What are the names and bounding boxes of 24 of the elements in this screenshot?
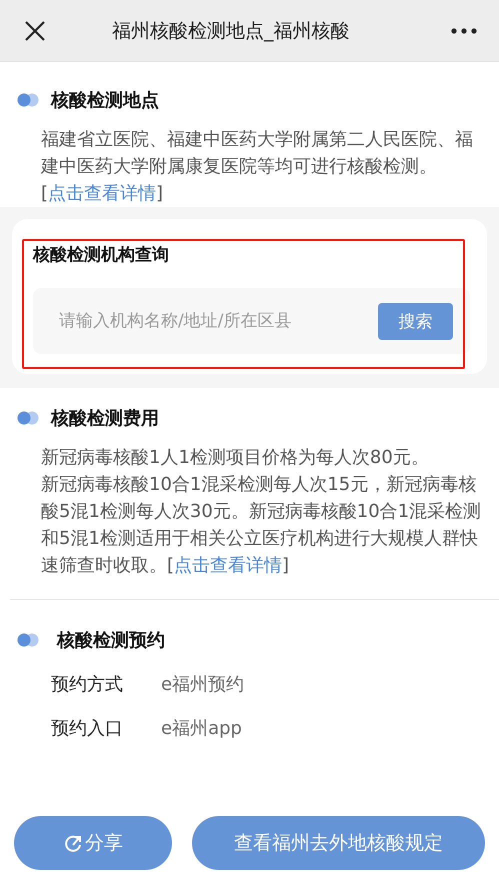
section-heading: 核酸检测费用: [51, 407, 159, 430]
detail-link[interactable]: 点击查看详情: [174, 555, 282, 576]
detail-link[interactable]: 点击查看详情: [48, 183, 156, 204]
share-icon: [63, 833, 83, 853]
search-field[interactable]: 请输入机构名称/地址/所在区县 搜索: [33, 288, 470, 354]
section-heading: 核酸检测预约: [57, 629, 165, 652]
share-button[interactable]: 分享: [14, 816, 172, 870]
paragraph: 新冠病毒核酸1人1检测项目价格为每人次80元。: [41, 446, 430, 470]
section-heading: 核酸检测地点: [51, 89, 159, 112]
card-title: 核酸检测机构查询: [33, 244, 170, 266]
search-button[interactable]: 搜索: [378, 302, 453, 340]
more-icon[interactable]: [451, 28, 477, 34]
bullet-icon: [17, 411, 39, 425]
window-title: 福州核酸检测地点_福州核酸: [112, 18, 350, 44]
field-value: e福州预约: [161, 673, 244, 696]
paragraph: 福建省立医院、福建中医药大学附属第二人民医院、福建中医药大学附属康复医院等均可进行核酸检测。[点击查看详情]: [41, 128, 474, 206]
bullet-icon: [17, 93, 39, 107]
field-label: 预约方式: [51, 673, 124, 696]
bullet-icon: [17, 633, 39, 647]
rules-button[interactable]: 查看福州去外地核酸规定: [192, 816, 485, 870]
paragraph: 新冠病毒核酸10合1混采检测每人次15元，新冠病毒核酸5混1检测每人次30元。新冠病毒核酸10合1混采检测和5混1检测适用于相关公立医疗机构进行大规模人群快速筛查时收取。[点击查看详情]: [41, 473, 482, 578]
field-label: 预约入口: [51, 717, 124, 740]
close-icon[interactable]: [24, 20, 46, 42]
field-value: e福州app: [161, 717, 242, 740]
